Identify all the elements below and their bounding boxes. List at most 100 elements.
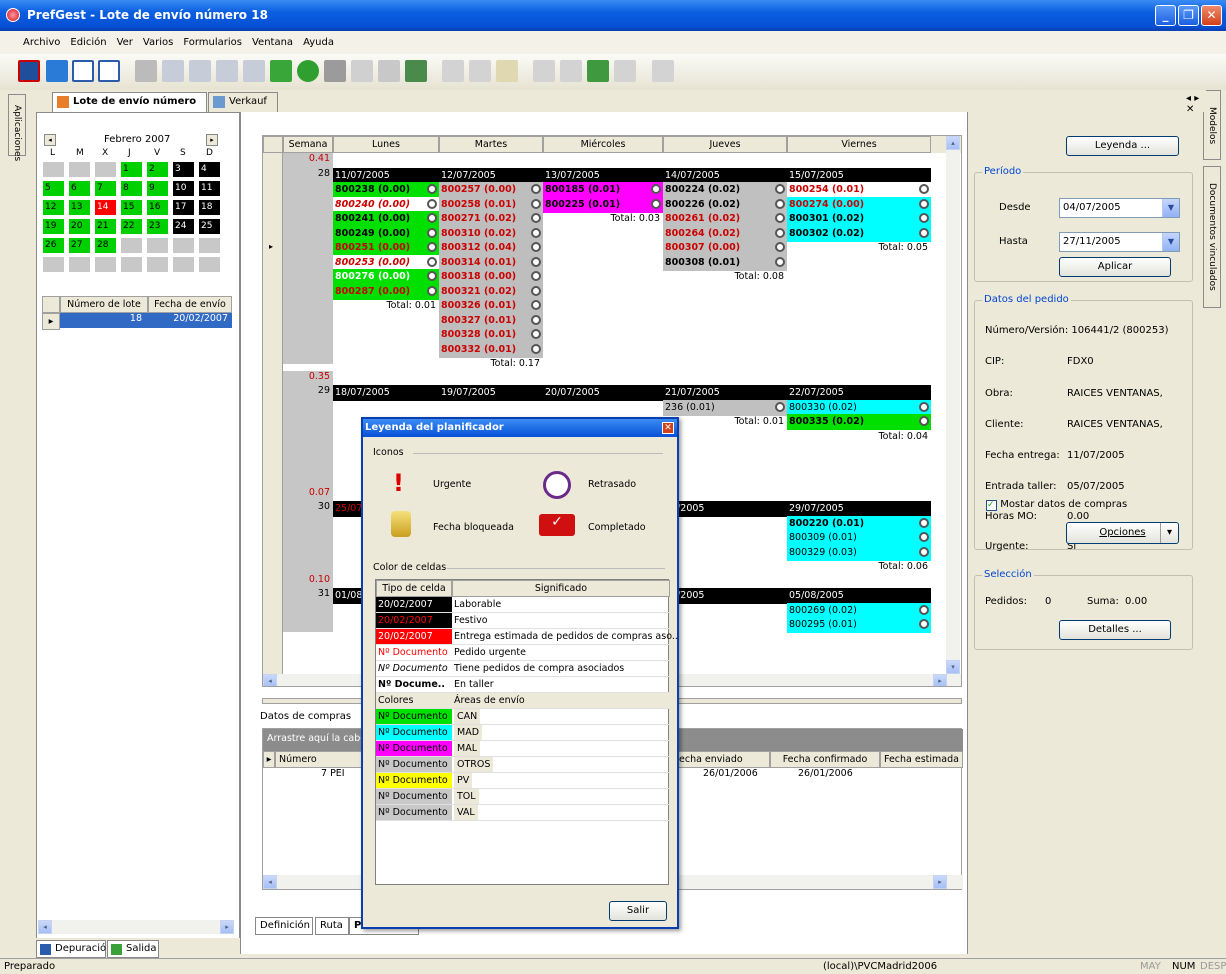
preview-icon[interactable] <box>469 60 491 82</box>
restore-button[interactable]: ❐ <box>1178 5 1199 26</box>
next-month-button[interactable]: ▸ <box>206 134 218 146</box>
prev-month-button[interactable]: ◂ <box>44 134 56 146</box>
salir-button[interactable]: Salir <box>609 901 667 921</box>
detalles-button[interactable]: Detalles ... <box>1059 620 1171 640</box>
calendar-day[interactable]: 20 <box>68 218 91 235</box>
col-fecha-confirmado[interactable]: Fecha confirmado <box>770 751 880 768</box>
calendar-day[interactable]: 22 <box>120 218 143 235</box>
calendar-day[interactable] <box>172 256 195 273</box>
calendar-day[interactable]: 7 <box>94 180 117 197</box>
calendar-day[interactable] <box>146 256 169 273</box>
col-semana[interactable]: Semana <box>283 136 333 153</box>
calendar-day[interactable]: 12 <box>42 199 65 216</box>
aplicar-button[interactable]: Aplicar <box>1059 257 1171 277</box>
calendar-day[interactable]: 3 <box>172 161 195 178</box>
side-tab-documentos[interactable]: Documentos vinculados <box>1203 166 1221 308</box>
lot-row[interactable]: 18 20/02/2007 <box>60 313 232 328</box>
menu-archivo[interactable]: Archivo <box>18 31 65 54</box>
calendar-day[interactable]: 23 <box>146 218 169 235</box>
tab-definicion[interactable]: Definición <box>255 917 313 935</box>
calendar-day[interactable] <box>120 256 143 273</box>
calendar-day[interactable]: 2 <box>146 161 169 178</box>
tab-ruta[interactable]: Ruta <box>315 917 349 935</box>
export-icon[interactable] <box>614 60 636 82</box>
calendar-day[interactable]: 24 <box>172 218 195 235</box>
col-fecha-enviado[interactable]: echa enviado <box>678 751 770 768</box>
calendar-day[interactable]: 5 <box>42 180 65 197</box>
calendar-day[interactable]: 10 <box>172 180 195 197</box>
calendar-day[interactable] <box>146 237 169 254</box>
calendar-day[interactable]: 17 <box>172 199 195 216</box>
next-icon[interactable] <box>216 60 238 82</box>
col-fecha-estimada[interactable]: Fecha estimada <box>880 751 963 768</box>
calendar-day[interactable]: 25 <box>198 218 221 235</box>
refresh-icon[interactable] <box>297 60 319 82</box>
calendar-day[interactable]: 9 <box>146 180 169 197</box>
col-viernes[interactable]: Viernes <box>787 136 931 153</box>
tab-lote[interactable]: Lote de envío número 18 <box>52 92 207 125</box>
col-numero[interactable]: Número <box>275 751 363 768</box>
date-cell[interactable]: 18/07/2005 <box>333 385 439 401</box>
calendar-day[interactable]: 6 <box>68 180 91 197</box>
calendar-day[interactable]: 21 <box>94 218 117 235</box>
menu-varios[interactable]: Varios <box>138 31 178 54</box>
prev-icon[interactable] <box>189 60 211 82</box>
menu-ventana[interactable]: Ventana <box>247 31 298 54</box>
tab-salida[interactable]: Salida <box>107 940 159 958</box>
date-cell[interactable]: 20/07/2005 <box>543 385 663 401</box>
add-icon[interactable] <box>270 60 292 82</box>
calendar-day[interactable]: 16 <box>146 199 169 216</box>
close-icon[interactable]: ✕ <box>662 422 674 434</box>
calendar-day[interactable] <box>94 161 117 178</box>
calendar-day[interactable] <box>198 237 221 254</box>
select-icon[interactable] <box>378 60 400 82</box>
menu-formularios[interactable]: Formularios <box>178 31 247 54</box>
calendar-day[interactable] <box>42 256 65 273</box>
col-martes[interactable]: Martes <box>439 136 543 153</box>
col-lunes[interactable]: Lunes <box>333 136 439 153</box>
leyenda-button[interactable]: Leyenda ... <box>1066 136 1179 156</box>
save-icon[interactable] <box>135 60 157 82</box>
excel-icon[interactable] <box>587 60 609 82</box>
calendar-day[interactable] <box>94 256 117 273</box>
minimize-button[interactable]: _ <box>1155 5 1176 26</box>
schedule-vscroll[interactable]: ▴ ▾ <box>946 136 960 674</box>
hasta-date-field[interactable]: 27/11/2005 ▼ <box>1059 232 1180 252</box>
calendar-day[interactable]: 13 <box>68 199 91 216</box>
calendar-day[interactable]: 26 <box>42 237 65 254</box>
left-hscroll[interactable]: ◂ ▸ <box>38 920 234 934</box>
col-miércoles[interactable]: Miércoles <box>543 136 663 153</box>
search-icon[interactable] <box>324 60 346 82</box>
desde-date-field[interactable]: 04/07/2005 ▼ <box>1059 198 1180 218</box>
table-icon[interactable] <box>98 60 120 82</box>
calendar-day[interactable]: 8 <box>120 180 143 197</box>
col-fecha-envio[interactable]: Fecha de envío <box>148 296 232 313</box>
filter-icon[interactable] <box>351 60 373 82</box>
close-button[interactable]: ✕ <box>1201 5 1222 26</box>
calendar-day[interactable] <box>198 256 221 273</box>
calendar-day[interactable]: 1 <box>120 161 143 178</box>
calendar-day[interactable]: 19 <box>42 218 65 235</box>
date-cell[interactable]: 07/2005 <box>663 501 787 517</box>
calendar-day[interactable] <box>172 237 195 254</box>
list-icon[interactable] <box>72 60 94 82</box>
calendar-day[interactable]: 18 <box>198 199 221 216</box>
tools-icon[interactable] <box>533 60 555 82</box>
download-icon[interactable] <box>46 60 68 82</box>
mostrar-checkbox[interactable]: ✓ Mostar datos de compras <box>986 499 1127 511</box>
menu-ver[interactable]: Ver <box>112 31 138 54</box>
date-cell[interactable]: 19/07/2005 <box>439 385 543 401</box>
print-icon[interactable] <box>442 60 464 82</box>
settings-icon[interactable] <box>652 60 674 82</box>
menu-ayuda[interactable]: Ayuda <box>298 31 339 54</box>
first-icon[interactable] <box>162 60 184 82</box>
calendar-day[interactable]: 4 <box>198 161 221 178</box>
last-icon[interactable] <box>243 60 265 82</box>
calendar-day[interactable]: 27 <box>68 237 91 254</box>
calendar-day[interactable] <box>42 161 65 178</box>
calendar-day[interactable] <box>120 237 143 254</box>
tab-depuracion[interactable]: Depuración <box>36 940 113 958</box>
date-cell[interactable]: 08/2005 <box>663 588 787 604</box>
calendar-day[interactable] <box>68 161 91 178</box>
calendar-day[interactable]: 11 <box>198 180 221 197</box>
